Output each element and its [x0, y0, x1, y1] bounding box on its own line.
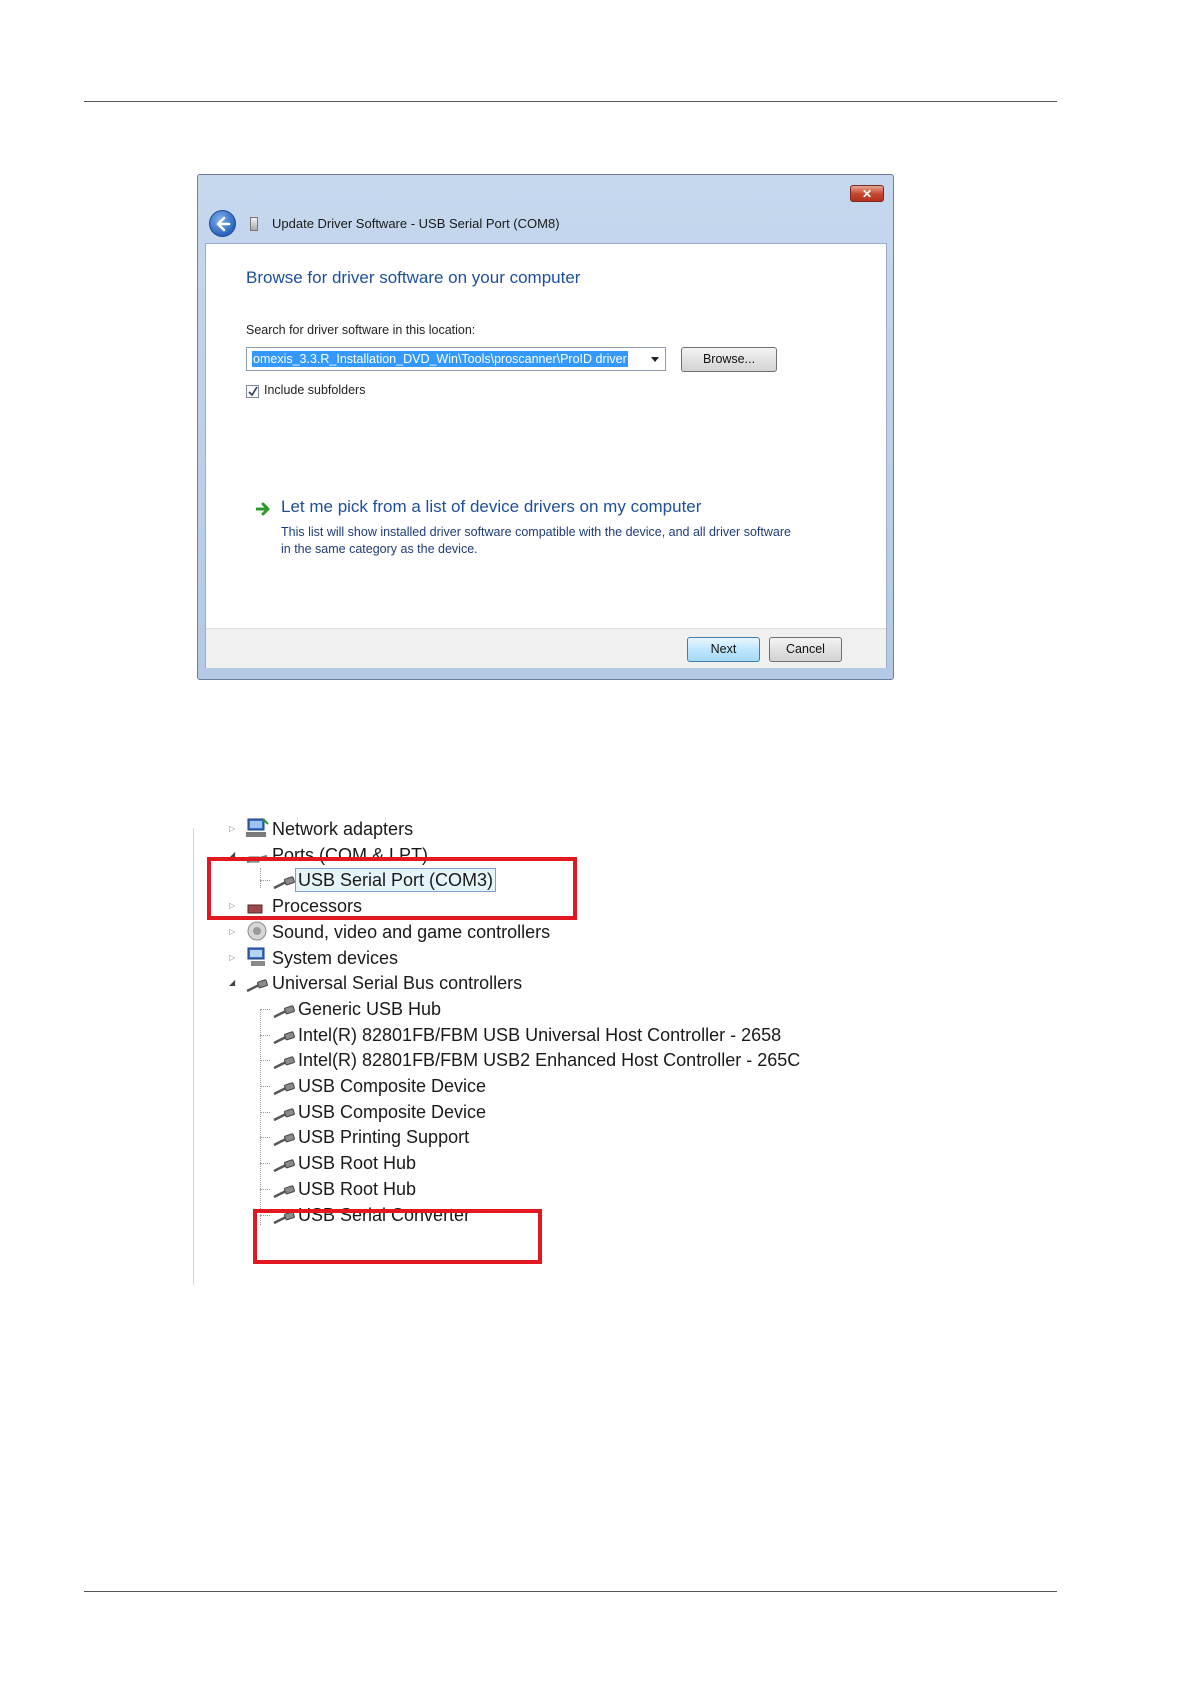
computer-icon	[245, 946, 269, 973]
collapsed-triangle-icon[interactable]: ▷	[229, 927, 235, 937]
tree-connector	[260, 1137, 270, 1138]
usb-plug-icon	[272, 1082, 296, 1101]
tree-connector	[260, 1086, 270, 1087]
tree-item[interactable]: Network adapters	[272, 816, 413, 842]
usb-plug-icon	[272, 1133, 296, 1152]
tree-connector	[260, 1035, 270, 1036]
back-arrow-icon[interactable]	[209, 210, 236, 237]
dropdown-arrow-icon[interactable]	[651, 357, 659, 362]
close-button[interactable]: ✕	[850, 185, 884, 202]
tree-item-label[interactable]: Sound, video and game controllers	[272, 919, 550, 945]
collapsed-triangle-icon[interactable]: ▷	[229, 824, 235, 834]
collapsed-triangle-icon[interactable]: ▷	[229, 953, 235, 963]
tree-item-label[interactable]: USB Composite Device	[298, 1099, 486, 1125]
expanded-triangle-icon[interactable]: ◢	[229, 978, 235, 988]
usb-plug-icon	[245, 979, 269, 998]
tree-panel-border	[193, 828, 194, 1285]
search-location-label: Search for driver software in this locat…	[246, 323, 476, 337]
tree-item[interactable]: USB Root Hub	[298, 1176, 416, 1202]
usb-plug-icon	[272, 1185, 296, 1204]
tree-item-label[interactable]: Intel(R) 82801FB/FBM USB Universal Host …	[298, 1022, 781, 1048]
path-combobox[interactable]: omexis_3.3.R_Installation_DVD_Win\Tools\…	[246, 347, 666, 371]
tree-connector	[260, 1010, 261, 1225]
tree-item[interactable]: Generic USB Hub	[298, 996, 441, 1022]
tree-item-label[interactable]: Universal Serial Bus controllers	[272, 970, 522, 996]
tree-item[interactable]: System devices	[272, 945, 398, 971]
usb-plug-icon	[272, 1056, 296, 1075]
dialog-content: Browse for driver software on your compu…	[205, 243, 887, 668]
footer-rule	[84, 1591, 1057, 1592]
dialog-footer: Next Cancel	[206, 628, 886, 668]
page-heading: Browse for driver software on your compu…	[246, 268, 581, 287]
include-subfolders-checkbox[interactable]	[246, 385, 259, 398]
tree-item[interactable]: Universal Serial Bus controllers	[272, 970, 522, 996]
tree-item[interactable]: USB Composite Device	[298, 1099, 486, 1125]
highlight-ports-box	[207, 857, 577, 920]
tree-item[interactable]: Intel(R) 82801FB/FBM USB Universal Host …	[298, 1022, 781, 1048]
tree-item-label[interactable]: Generic USB Hub	[298, 996, 441, 1022]
tree-item-label[interactable]: USB Root Hub	[298, 1150, 416, 1176]
dialog-title: Update Driver Software - USB Serial Port…	[272, 216, 560, 231]
usb-plug-icon	[272, 1005, 296, 1024]
tree-item-label[interactable]: USB Root Hub	[298, 1176, 416, 1202]
tree-item-label[interactable]: USB Composite Device	[298, 1073, 486, 1099]
tree-connector	[260, 1009, 270, 1010]
update-driver-dialog: ✕ Update Driver Software - USB Serial Po…	[197, 174, 894, 680]
pick-from-list-link[interactable]: Let me pick from a list of device driver…	[281, 497, 701, 517]
next-button[interactable]: Next	[687, 637, 760, 662]
tree-item[interactable]: Intel(R) 82801FB/FBM USB2 Enhanced Host …	[298, 1047, 800, 1073]
path-value[interactable]: omexis_3.3.R_Installation_DVD_Win\Tools\…	[252, 351, 628, 367]
tree-item[interactable]: USB Composite Device	[298, 1073, 486, 1099]
tree-connector	[260, 1112, 270, 1113]
tree-item[interactable]: USB Printing Support	[298, 1124, 469, 1150]
tree-item[interactable]: Sound, video and game controllers	[272, 919, 550, 945]
include-subfolders-label[interactable]: Include subfolders	[264, 383, 365, 397]
usb-plug-icon	[272, 1108, 296, 1127]
highlight-usb-serial-converter-box	[253, 1209, 542, 1264]
tree-connector	[260, 1189, 270, 1190]
tree-item[interactable]: USB Root Hub	[298, 1150, 416, 1176]
cancel-button[interactable]: Cancel	[769, 637, 842, 662]
usb-plug-icon	[272, 1031, 296, 1050]
browse-button[interactable]: Browse...	[681, 347, 777, 372]
tree-connector	[260, 1060, 270, 1061]
tree-item-label[interactable]: Intel(R) 82801FB/FBM USB2 Enhanced Host …	[298, 1047, 800, 1073]
tree-item-label[interactable]: System devices	[272, 945, 398, 971]
header-rule	[84, 101, 1057, 102]
tree-item-label[interactable]: Network adapters	[272, 816, 413, 842]
speaker-icon	[245, 920, 269, 947]
usb-plug-icon	[272, 1159, 296, 1178]
tree-item-label[interactable]: USB Printing Support	[298, 1124, 469, 1150]
network-adapter-icon	[245, 817, 269, 844]
pick-from-list-description: This list will show installed driver sof…	[281, 525, 791, 556]
green-arrow-icon	[256, 502, 270, 516]
tree-connector	[260, 1163, 270, 1164]
device-icon	[250, 217, 258, 231]
